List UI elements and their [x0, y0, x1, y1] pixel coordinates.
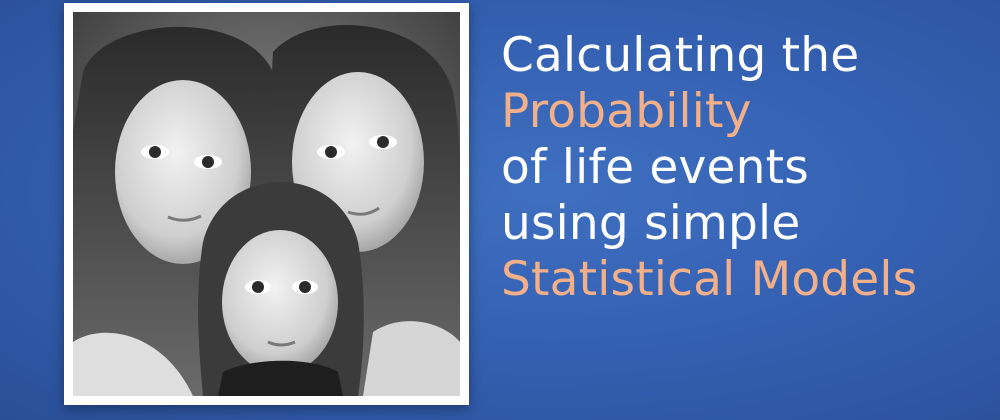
headline-line-3: of life events — [501, 140, 809, 195]
photo-frame — [64, 3, 469, 405]
portrait-illustration — [73, 12, 460, 396]
headline-line-5: Statistical Models — [501, 252, 918, 307]
headline-line-1: Calculating the — [501, 28, 860, 83]
headline: Calculating the Probability of life even… — [501, 28, 991, 308]
headline-line-2: Probability — [501, 84, 752, 139]
headline-line-4: using simple — [501, 196, 801, 251]
children-portrait-photo — [73, 12, 460, 396]
